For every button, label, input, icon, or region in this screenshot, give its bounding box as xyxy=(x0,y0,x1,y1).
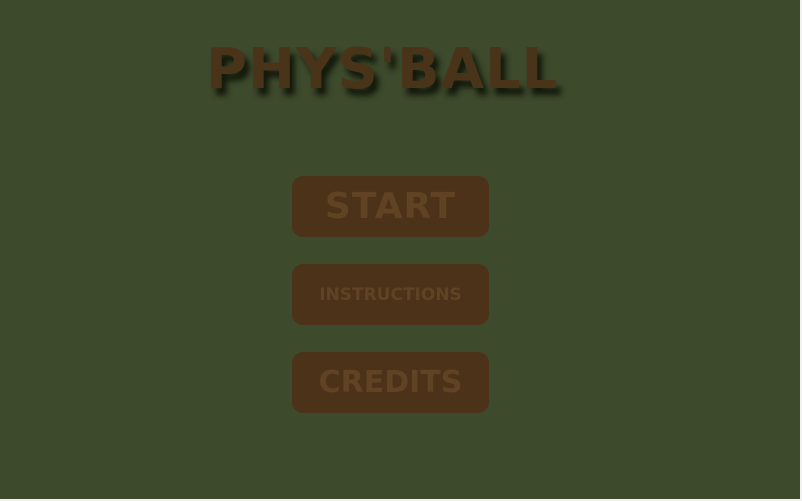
instructions-button-label: INSTRUCTIONS xyxy=(319,284,462,305)
start-button[interactable]: START xyxy=(292,176,489,237)
start-button-label: START xyxy=(324,186,457,227)
game-screen: PHYS'BALL START INSTRUCTIONS CREDITS xyxy=(0,0,802,501)
credits-button[interactable]: CREDITS xyxy=(292,352,489,413)
game-title: PHYS'BALL xyxy=(206,37,559,102)
credits-button-label: CREDITS xyxy=(318,365,463,400)
instructions-button[interactable]: INSTRUCTIONS xyxy=(292,264,489,325)
